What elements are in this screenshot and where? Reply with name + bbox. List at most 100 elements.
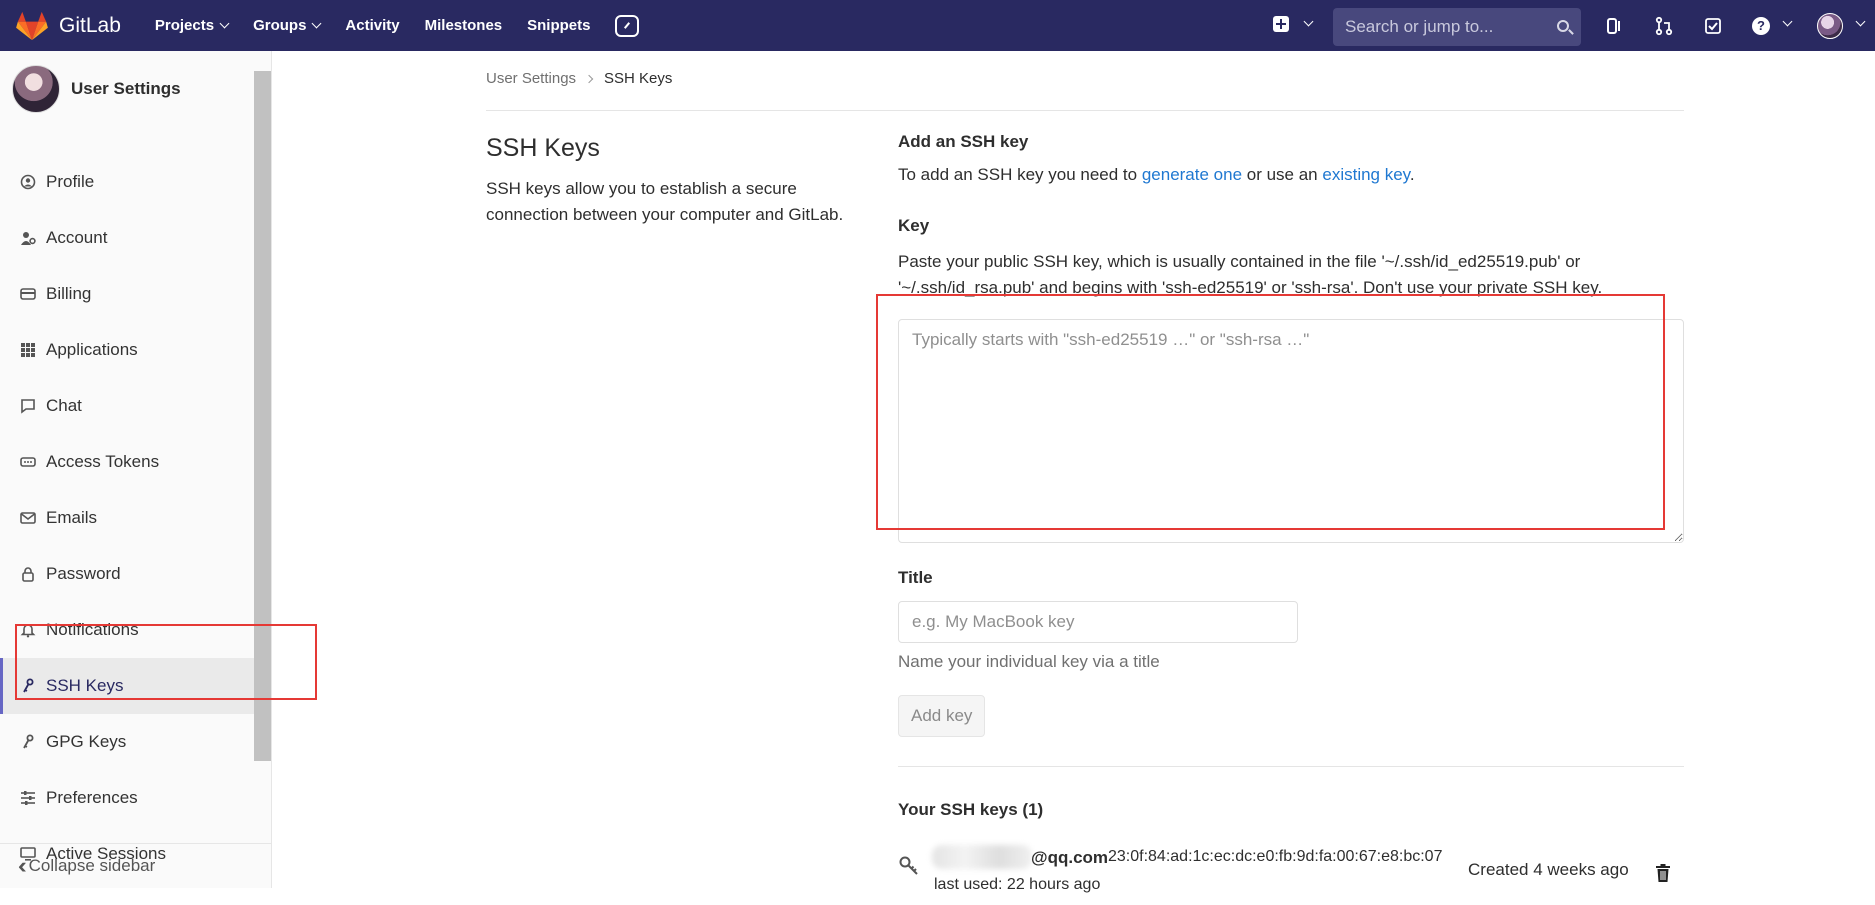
help-icon: ? xyxy=(1752,17,1770,35)
collapse-sidebar-button[interactable]: ‹‹ Collapse sidebar xyxy=(0,843,271,888)
nav-milestones[interactable]: Milestones xyxy=(425,17,503,34)
sidebar-item-notifications[interactable]: Notifications xyxy=(0,602,254,658)
redacted-email-prefix xyxy=(932,845,1032,869)
divider xyxy=(486,110,1684,111)
form-heading: Add an SSH key xyxy=(898,132,1029,151)
double-chevron-left-icon: ‹‹ xyxy=(18,853,26,878)
key-email[interactable]: @qq.com xyxy=(1031,848,1108,868)
sidebar-item-applications[interactable]: Applications xyxy=(0,322,254,378)
chevron-down-icon xyxy=(311,18,322,29)
lock-icon xyxy=(18,566,38,582)
chevron-right-icon xyxy=(584,74,594,83)
add-ssh-key-form: Add an SSH key To add an SSH key you nee… xyxy=(898,132,1684,893)
key-created: Created 4 weeks ago xyxy=(1468,860,1629,879)
profile-icon xyxy=(18,174,38,190)
avatar xyxy=(1817,13,1843,39)
key-icon xyxy=(898,855,920,877)
search-input[interactable] xyxy=(1345,17,1545,37)
generate-one-link[interactable]: generate one xyxy=(1142,165,1242,184)
sidebar-item-billing[interactable]: Billing xyxy=(0,266,254,322)
page-title: SSH Keys xyxy=(486,134,600,162)
sidebar-item-label: Emails xyxy=(46,508,98,527)
new-dropdown[interactable] xyxy=(1273,16,1293,36)
key-help-text: Paste your public SSH key, which is usua… xyxy=(898,252,1603,297)
sidebar-item-emails[interactable]: Emails xyxy=(0,490,254,546)
add-key-button[interactable]: Add key xyxy=(898,695,986,737)
form-intro: To add an SSH key you need to generate o… xyxy=(898,165,1684,185)
title-field[interactable] xyxy=(898,601,1298,643)
key-icon xyxy=(18,734,38,750)
page-intro: SSH Keys SSH keys allow you to establish… xyxy=(486,134,866,228)
sidebar-header[interactable]: User Settings xyxy=(12,65,181,113)
nav-groups-label: Groups xyxy=(253,17,307,34)
sidebar-item-label: SSH Keys xyxy=(46,676,124,695)
issues-icon[interactable] xyxy=(1604,16,1624,36)
help-dropdown[interactable]: ? xyxy=(1752,17,1772,37)
search-box[interactable] xyxy=(1333,8,1581,46)
performance-bar-icon[interactable] xyxy=(615,14,640,37)
sidebar-item-ssh-keys[interactable]: SSH Keys xyxy=(0,658,254,714)
chevron-down-icon xyxy=(1303,16,1314,27)
sidebar-item-label: Applications xyxy=(46,340,138,359)
nav-projects[interactable]: Projects xyxy=(155,17,230,34)
sidebar-item-profile[interactable]: Profile xyxy=(0,154,254,210)
intro-prefix: To add an SSH key you need to xyxy=(898,165,1142,184)
user-menu[interactable] xyxy=(1817,13,1843,39)
account-icon xyxy=(18,230,38,246)
key-icon xyxy=(18,678,38,694)
key-label: Key xyxy=(898,216,930,235)
breadcrumb-parent[interactable]: User Settings xyxy=(486,70,576,87)
chevron-down-icon xyxy=(219,18,230,29)
collapse-sidebar-label: Collapse sidebar xyxy=(28,856,156,875)
ssh-key-row[interactable]: @qq.com 23:0f:84:ad:1c:ec:dc:e0:fb:9d:fa… xyxy=(898,845,1684,905)
gitlab-logo[interactable]: GitLab xyxy=(16,11,121,41)
token-icon xyxy=(18,454,38,470)
existing-key-link[interactable]: existing key xyxy=(1322,165,1410,184)
sidebar-item-label: Billing xyxy=(46,284,92,303)
billing-icon xyxy=(18,286,38,302)
sidebar-item-label: Password xyxy=(46,564,121,583)
gitlab-tanuki-icon xyxy=(16,11,48,40)
nav-snippets[interactable]: Snippets xyxy=(527,17,590,34)
sidebar-item-label: Profile xyxy=(46,172,95,191)
key-textarea[interactable] xyxy=(898,319,1684,543)
top-navbar: GitLab Projects Groups Activity Mileston… xyxy=(0,0,1875,51)
avatar xyxy=(12,65,60,113)
sidebar-item-label: Preferences xyxy=(46,788,138,807)
mail-icon xyxy=(18,510,38,526)
sidebar-item-label: Access Tokens xyxy=(46,452,160,471)
key-fingerprint: 23:0f:84:ad:1c:ec:dc:e0:fb:9d:fa:00:67:e… xyxy=(1108,848,1443,865)
sidebar-item-chat[interactable]: Chat xyxy=(0,378,254,434)
breadcrumb: User Settings SSH Keys xyxy=(486,70,672,87)
sidebar-item-label: Chat xyxy=(46,396,82,415)
sidebar-item-account[interactable]: Account xyxy=(0,210,254,266)
chat-icon xyxy=(18,398,38,414)
trash-icon[interactable] xyxy=(1655,864,1671,882)
your-keys-heading: Your SSH keys (1) xyxy=(898,800,1044,819)
applications-icon xyxy=(18,342,38,358)
todo-icon[interactable] xyxy=(1703,16,1723,36)
chevron-down-icon xyxy=(1855,16,1866,27)
sidebar-item-access-tokens[interactable]: Access Tokens xyxy=(0,434,254,490)
sidebar-item-gpg-keys[interactable]: GPG Keys xyxy=(0,714,254,770)
intro-middle: or use an xyxy=(1242,165,1323,184)
sidebar-item-password[interactable]: Password xyxy=(0,546,254,602)
title-label: Title xyxy=(898,568,933,587)
sidebar-item-label: Account xyxy=(46,228,108,247)
breadcrumb-current[interactable]: SSH Keys xyxy=(604,70,672,87)
search-icon xyxy=(1557,20,1569,32)
sidebar-item-preferences[interactable]: Preferences xyxy=(0,770,254,826)
sidebar-item-label: GPG Keys xyxy=(46,732,127,751)
chevron-down-icon xyxy=(1782,16,1793,27)
merge-request-icon[interactable] xyxy=(1654,16,1674,36)
title-help-text: Name your individual key via a title xyxy=(898,652,1160,671)
intro-suffix: . xyxy=(1409,165,1415,184)
nav-groups[interactable]: Groups xyxy=(253,17,322,34)
nav-activity[interactable]: Activity xyxy=(345,17,399,34)
sidebar-item-label: Notifications xyxy=(46,620,139,639)
sidebar-nav: Profile Account Billing Applications Cha… xyxy=(0,154,254,882)
sidebar-scrollbar[interactable] xyxy=(254,71,271,761)
plus-square-icon xyxy=(1273,16,1289,32)
key-last-used: last used: 22 hours ago xyxy=(934,876,1101,893)
preferences-icon xyxy=(18,790,38,806)
